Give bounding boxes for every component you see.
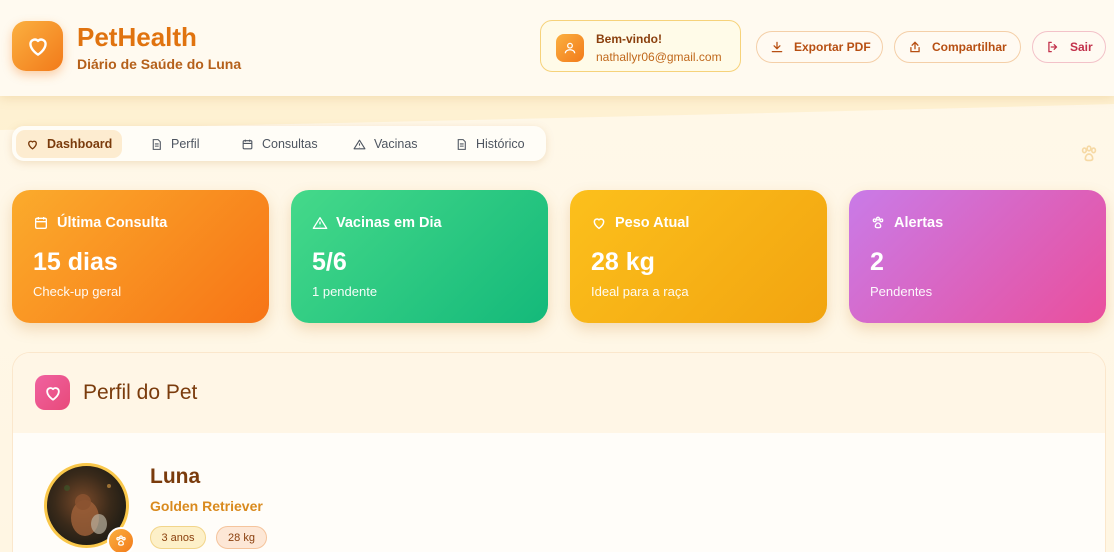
stat-card-weight[interactable]: Peso Atual 28 kg Ideal para a raça	[570, 190, 827, 323]
heart-icon	[593, 218, 605, 230]
pet-age-chip: 3 anos	[150, 526, 206, 549]
share-icon	[910, 41, 920, 53]
stat-title: Última Consulta	[57, 215, 168, 231]
pet-profile-panel: Perfil do Pet Luna Golden Retriever 3 an…	[12, 352, 1106, 552]
user-info: Bem-vindo! nathallyr06@gmail.com	[540, 20, 741, 72]
panel-title: Perfil do Pet	[83, 381, 198, 404]
heart-icon	[45, 386, 60, 401]
app-logo	[12, 21, 63, 71]
panel-header: Perfil do Pet	[13, 353, 1105, 433]
tab-label: Consultas	[262, 137, 318, 151]
user-icon	[564, 42, 576, 54]
stat-card-header: Peso Atual	[591, 215, 689, 231]
stat-value: 2	[870, 248, 884, 276]
user-greeting: Bem-vindo!	[596, 32, 662, 46]
user-avatar	[556, 34, 584, 62]
tab-label: Perfil	[171, 137, 200, 151]
tab-dashboard[interactable]: Dashboard	[16, 130, 123, 158]
stat-title: Alertas	[894, 215, 944, 231]
paw-icon	[1081, 145, 1097, 162]
logout-label: Sair	[1070, 40, 1093, 54]
export-pdf-label: Exportar PDF	[794, 40, 871, 54]
main-tabs: Dashboard Perfil Consultas Vacinas Histó…	[12, 126, 546, 161]
heart-icon	[28, 38, 47, 56]
paw-icon	[116, 535, 126, 546]
stat-note: Check-up geral	[33, 284, 122, 299]
share-button[interactable]: Compartilhar	[894, 31, 1021, 63]
stat-card-vaccines[interactable]: Vacinas em Dia 5/6 1 pendente	[291, 190, 548, 323]
logout-button[interactable]: Sair	[1032, 31, 1106, 63]
download-icon	[771, 41, 783, 53]
export-pdf-button[interactable]: Exportar PDF	[756, 31, 883, 63]
tab-vacinas[interactable]: Vacinas	[343, 130, 428, 158]
pet-breed: Golden Retriever	[150, 498, 263, 514]
stat-note: Pendentes	[870, 284, 933, 299]
user-email: nathallyr06@gmail.com	[596, 50, 722, 64]
stat-value: 5/6	[312, 248, 347, 276]
stat-card-header: Vacinas em Dia	[312, 215, 442, 231]
app-title: PetHealth	[77, 22, 197, 52]
warning-icon	[312, 217, 328, 229]
stat-value: 15 dias	[33, 248, 118, 276]
tab-historico[interactable]: Histórico	[445, 130, 535, 158]
stat-card-header: Última Consulta	[33, 215, 167, 231]
document-icon	[152, 138, 161, 150]
pet-weight-chip: 28 kg	[216, 526, 267, 549]
tab-consultas[interactable]: Consultas	[231, 130, 328, 158]
stat-note: Ideal para a raça	[591, 284, 689, 299]
heart-icon	[28, 140, 37, 149]
app-subtitle: Diário de Saúde do Luna	[77, 56, 242, 72]
tab-label: Vacinas	[374, 137, 418, 151]
stat-value: 28 kg	[591, 248, 655, 276]
stat-title: Peso Atual	[615, 215, 690, 231]
tab-perfil[interactable]: Perfil	[140, 130, 209, 158]
calendar-icon	[35, 217, 47, 229]
stat-card-last-visit[interactable]: Última Consulta 15 dias Check-up geral	[12, 190, 269, 323]
pet-badge	[107, 527, 135, 552]
tab-label: Dashboard	[47, 137, 113, 151]
stat-note: 1 pendente	[312, 284, 378, 299]
stat-card-header: Alertas	[870, 215, 943, 231]
stat-card-alerts[interactable]: Alertas 2 Pendentes	[849, 190, 1106, 323]
calendar-icon	[242, 139, 253, 149]
paw-icon	[872, 216, 884, 229]
warning-icon	[353, 139, 366, 149]
logout-icon	[1048, 41, 1058, 53]
share-label: Compartilhar	[932, 40, 1007, 54]
panel-icon	[35, 375, 70, 410]
document-icon	[457, 138, 466, 150]
stat-title: Vacinas em Dia	[336, 215, 442, 231]
app-header: PetHealth Diário de Saúde do Luna Bem-vi…	[0, 0, 1114, 96]
pet-name: Luna	[150, 465, 201, 488]
tab-label: Histórico	[476, 137, 525, 151]
